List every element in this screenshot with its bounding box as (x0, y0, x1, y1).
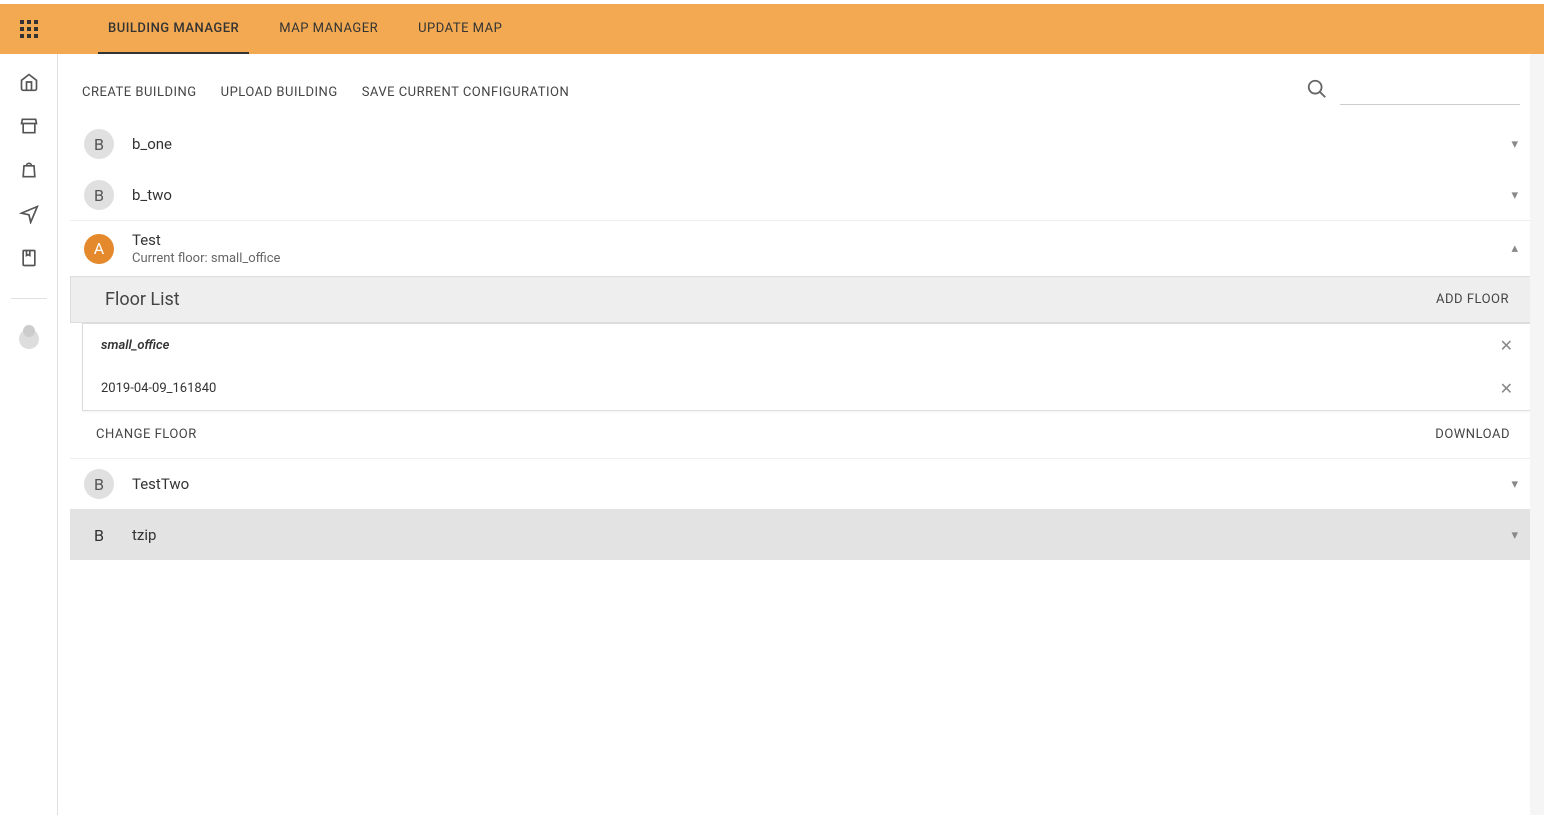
building-row-b-one[interactable]: B b_one ▾ (70, 118, 1532, 169)
close-icon[interactable]: ✕ (1500, 379, 1513, 398)
floor-table: small_office ✕ 2019-04-09_161840 ✕ (82, 323, 1532, 411)
floor-row-small-office[interactable]: small_office ✕ (83, 324, 1531, 367)
close-icon[interactable]: ✕ (1500, 336, 1513, 355)
chevron-down-icon: ▾ (1511, 188, 1518, 203)
chevron-down-icon: ▾ (1511, 137, 1518, 152)
floor-panel: Floor List ADD FLOOR small_office ✕ 2019… (70, 276, 1532, 458)
building-badge: B (84, 129, 114, 159)
floor-name: small_office (101, 338, 169, 353)
navigation-icon[interactable] (17, 202, 41, 226)
search-area (1306, 78, 1520, 106)
building-badge: B (84, 469, 114, 499)
building-name: b_two (132, 186, 1511, 204)
download-button[interactable]: DOWNLOAD (1435, 427, 1510, 442)
building-list: B b_one ▾ B b_two ▾ A Test Current floor… (58, 118, 1544, 560)
apps-icon[interactable] (20, 20, 38, 38)
building-row-testtwo[interactable]: B TestTwo ▾ (70, 458, 1532, 509)
top-tabs: BUILDING MANAGER MAP MANAGER UPDATE MAP (98, 4, 512, 54)
save-config-button[interactable]: SAVE CURRENT CONFIGURATION (362, 85, 570, 100)
chevron-down-icon: ▾ (1511, 477, 1518, 492)
bookmark-icon[interactable] (17, 246, 41, 270)
bag-icon[interactable] (17, 158, 41, 182)
tab-update-map[interactable]: UPDATE MAP (408, 4, 512, 54)
tab-building-manager[interactable]: BUILDING MANAGER (98, 4, 249, 54)
create-building-button[interactable]: CREATE BUILDING (82, 85, 197, 100)
chevron-down-icon: ▾ (1511, 528, 1518, 543)
building-badge: B (84, 520, 114, 550)
user-avatar-icon[interactable] (17, 327, 41, 351)
building-row-b-two[interactable]: B b_two ▾ (70, 169, 1532, 220)
scrollbar[interactable] (1530, 54, 1544, 815)
floor-row-timestamp[interactable]: 2019-04-09_161840 ✕ (83, 367, 1531, 410)
chevron-up-icon: ▴ (1511, 241, 1518, 256)
building-name: Test (132, 231, 1511, 249)
home-icon[interactable] (17, 70, 41, 94)
floor-panel-actions: CHANGE FLOOR DOWNLOAD (70, 411, 1532, 458)
upload-building-button[interactable]: UPLOAD BUILDING (221, 85, 338, 100)
action-bar: CREATE BUILDING UPLOAD BUILDING SAVE CUR… (58, 58, 1544, 118)
floor-list-header: Floor List ADD FLOOR (70, 276, 1532, 323)
building-name: TestTwo (132, 475, 1511, 493)
floor-list-title: Floor List (105, 289, 180, 310)
left-nav (0, 54, 58, 815)
building-row-test[interactable]: A Test Current floor: small_office ▴ (70, 220, 1532, 276)
add-floor-button[interactable]: ADD FLOOR (1436, 292, 1509, 307)
building-name: b_one (132, 135, 1511, 153)
current-floor-label: Current floor: small_office (132, 251, 1511, 266)
building-row-tzip[interactable]: B tzip ▾ (70, 509, 1532, 560)
main-content: CREATE BUILDING UPLOAD BUILDING SAVE CUR… (58, 4, 1544, 560)
floor-name: 2019-04-09_161840 (101, 381, 216, 396)
search-input[interactable] (1340, 80, 1520, 105)
building-badge-active: A (84, 234, 114, 264)
nav-divider (11, 298, 47, 299)
building-name: tzip (132, 526, 1511, 544)
change-floor-button[interactable]: CHANGE FLOOR (96, 427, 197, 442)
store-icon[interactable] (17, 114, 41, 138)
top-bar: BUILDING MANAGER MAP MANAGER UPDATE MAP (0, 4, 1544, 54)
search-icon[interactable] (1306, 78, 1328, 106)
tab-map-manager[interactable]: MAP MANAGER (269, 4, 388, 54)
building-badge: B (84, 180, 114, 210)
